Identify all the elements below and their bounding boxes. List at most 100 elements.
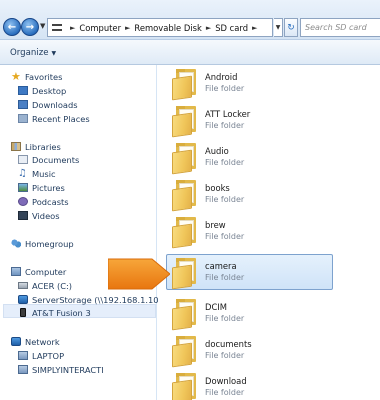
list-item-selected[interactable]: camera File folder	[166, 254, 376, 292]
music-icon: ♫	[18, 168, 27, 179]
navigation-pane[interactable]: ★ Favorites Desktop Downloads Recent Pla…	[0, 65, 185, 400]
recent-pages-chevron-icon[interactable]: ▼	[40, 22, 45, 30]
file-type: File folder	[205, 314, 245, 323]
nav-libraries[interactable]: Libraries	[11, 140, 61, 153]
nav-item-label: SIMPLYINTERACTI	[32, 364, 104, 375]
file-name: Audio	[205, 146, 229, 156]
folder-icon	[172, 106, 198, 138]
folder-icon	[172, 217, 198, 249]
computer-icon	[11, 267, 21, 276]
file-type: File folder	[205, 121, 245, 130]
nav-item-label: Recent Places	[32, 113, 90, 124]
organize-label: Organize	[10, 48, 49, 58]
network-icon	[11, 337, 21, 346]
nav-item-videos[interactable]: Videos	[18, 209, 60, 222]
libraries-icon	[11, 142, 21, 151]
file-type: File folder	[205, 273, 245, 282]
address-bar-area: ← → ▼ ► Computer ► Removable Disk ► SD c…	[0, 0, 380, 40]
folder-icon	[172, 69, 198, 101]
folder-icon	[172, 180, 198, 212]
list-item[interactable]: ATT Locker File folder	[166, 102, 376, 140]
list-item[interactable]: documents File folder	[166, 332, 376, 370]
nav-favorites[interactable]: ★ Favorites	[11, 70, 62, 83]
chevron-right-icon[interactable]: ►	[206, 24, 211, 32]
chevron-right-icon[interactable]: ►	[70, 24, 75, 32]
back-arrow-icon[interactable]: ←	[3, 18, 21, 36]
nav-item-music[interactable]: ♫ Music	[18, 167, 56, 180]
file-name: Android	[205, 72, 238, 82]
list-item[interactable]: Audio File folder	[166, 139, 376, 177]
chevron-right-icon[interactable]: ►	[252, 24, 257, 32]
file-name: books	[205, 183, 230, 193]
file-type: File folder	[205, 351, 245, 360]
nav-item-podcasts[interactable]: Podcasts	[18, 195, 69, 208]
nav-item-att-fusion[interactable]: AT&T Fusion 3	[18, 306, 91, 319]
chevron-down-icon: ▼	[51, 50, 57, 57]
nav-item-label: Music	[32, 168, 56, 179]
nav-item-documents[interactable]: Documents	[18, 153, 79, 166]
star-icon: ★	[11, 70, 21, 83]
downloads-icon	[18, 100, 28, 109]
pointer-arrow-icon	[108, 258, 170, 290]
nav-item-downloads[interactable]: Downloads	[18, 98, 78, 111]
nav-item-laptop[interactable]: LAPTOP	[18, 349, 64, 362]
list-item[interactable]: Download File folder	[166, 369, 376, 400]
address-dropdown-icon[interactable]: ▼	[274, 18, 283, 37]
nav-libraries-label: Libraries	[25, 141, 61, 152]
nav-favorites-label: Favorites	[25, 71, 63, 82]
breadcrumb[interactable]: ► Computer ► Removable Disk ► SD card ►	[47, 18, 273, 37]
videos-icon	[18, 211, 28, 220]
folder-icon	[172, 299, 198, 331]
folder-icon	[172, 143, 198, 175]
folder-icon	[172, 336, 198, 368]
homegroup-icon	[11, 239, 21, 248]
nav-computer[interactable]: Computer	[11, 265, 66, 278]
list-item[interactable]: DCIM File folder	[166, 295, 376, 333]
recent-places-icon	[18, 114, 28, 123]
nav-item-label: Podcasts	[32, 196, 69, 207]
file-name: brew	[205, 220, 226, 230]
nav-item-label: AT&T Fusion 3	[32, 307, 91, 318]
forward-arrow-icon[interactable]: →	[21, 18, 39, 36]
command-bar: Organize ▼	[0, 40, 380, 65]
nav-item-recent-places[interactable]: Recent Places	[18, 112, 90, 125]
nav-item-label: Desktop	[32, 85, 67, 96]
chevron-right-icon[interactable]: ►	[125, 24, 130, 32]
nav-item-label: Pictures	[32, 182, 65, 193]
file-type: File folder	[205, 195, 245, 204]
podcasts-icon	[18, 197, 28, 206]
nav-network[interactable]: Network	[11, 335, 60, 348]
nav-item-label: Downloads	[32, 99, 78, 110]
folder-icon	[172, 373, 198, 400]
file-name: ATT Locker	[205, 109, 251, 119]
breadcrumb-removable-disk[interactable]: Removable Disk	[134, 23, 201, 33]
nav-computer-label: Computer	[25, 266, 67, 277]
file-type: File folder	[205, 232, 245, 241]
root-crumb-icon[interactable]	[52, 24, 62, 31]
nav-item-acer-drive[interactable]: ACER (C:)	[18, 279, 72, 292]
organize-button[interactable]: Organize ▼	[10, 48, 56, 58]
file-list[interactable]: Android File folder ATT Locker File fold…	[158, 65, 380, 400]
nav-item-label: LAPTOP	[32, 350, 65, 361]
breadcrumb-computer[interactable]: Computer	[79, 23, 121, 33]
breadcrumb-sd-card[interactable]: SD card	[215, 23, 248, 33]
nav-homegroup[interactable]: Homegroup	[11, 237, 74, 250]
documents-icon	[18, 155, 28, 164]
file-name: camera	[205, 261, 237, 271]
file-name: documents	[205, 339, 252, 349]
list-item[interactable]: Android File folder	[166, 65, 376, 103]
nav-item-label: Videos	[32, 210, 60, 221]
search-input[interactable]: Search SD card	[300, 18, 380, 37]
nav-item-desktop[interactable]: Desktop	[18, 84, 66, 97]
list-item[interactable]: books File folder	[166, 176, 376, 214]
nav-item-pictures[interactable]: Pictures	[18, 181, 65, 194]
nav-network-label: Network	[25, 336, 60, 347]
file-name: DCIM	[205, 302, 227, 312]
nav-item-simplyinteracti[interactable]: SIMPLYINTERACTI	[18, 363, 104, 376]
refresh-icon[interactable]: ↻	[284, 18, 298, 37]
network-drive-icon	[18, 295, 28, 304]
list-item[interactable]: brew File folder	[166, 213, 376, 251]
file-type: File folder	[205, 158, 245, 167]
file-name: Download	[205, 376, 247, 386]
file-type: File folder	[205, 388, 245, 397]
